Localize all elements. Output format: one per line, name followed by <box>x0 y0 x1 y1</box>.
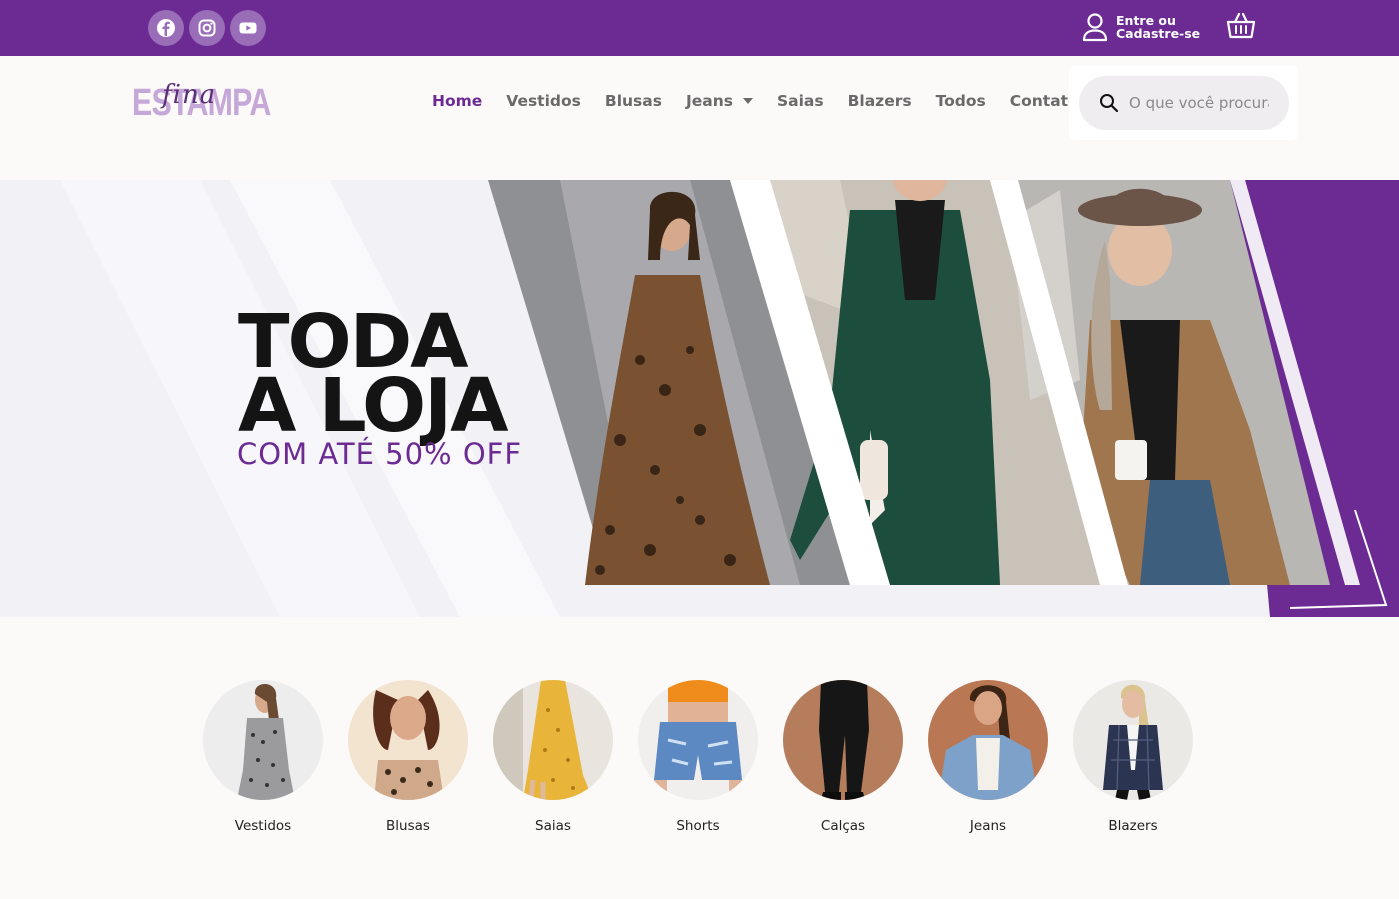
search-container <box>1069 66 1298 140</box>
nav-label: Saias <box>776 92 824 110</box>
category-image <box>203 680 323 800</box>
hero-banner[interactable]: TODA A LOJA COM ATÉ 50% OFF <box>0 180 1399 617</box>
category-shorts[interactable]: Shorts <box>638 680 758 834</box>
youtube-icon <box>239 22 257 34</box>
category-image <box>638 680 758 800</box>
instagram-link[interactable] <box>189 10 225 46</box>
category-image <box>1073 680 1193 800</box>
nav-label: Todos <box>935 92 986 110</box>
hero-artwork <box>60 180 1399 617</box>
category-image <box>348 680 468 800</box>
account-label: Entre ou Cadastre-se <box>1116 14 1200 40</box>
nav-todos[interactable]: Todos <box>936 92 986 110</box>
main-nav: Home Vestidos Blusas Jeans Saias Blazers… <box>432 92 1103 110</box>
hero-title-line2: A LOJA <box>238 363 509 449</box>
category-saias[interactable]: Saias <box>493 680 613 834</box>
top-bar: Entre ou Cadastre-se <box>0 0 1399 56</box>
youtube-link[interactable] <box>230 10 266 46</box>
nav-saias[interactable]: Saias <box>777 92 824 110</box>
category-jeans[interactable]: Jeans <box>928 680 1048 834</box>
nav-blazers[interactable]: Blazers <box>848 92 912 110</box>
category-list: Vestidos Blusas Saias Shorts Calças Jean… <box>203 680 1218 834</box>
category-image <box>928 680 1048 800</box>
user-icon <box>1082 13 1108 42</box>
category-label: Jeans <box>969 818 1007 834</box>
facebook-icon <box>157 19 175 37</box>
hero-title: TODA A LOJA <box>238 305 509 449</box>
instagram-icon <box>198 19 216 37</box>
nav-vestidos[interactable]: Vestidos <box>506 92 581 110</box>
category-vestidos[interactable]: Vestidos <box>203 680 323 834</box>
nav-home[interactable]: Home <box>432 92 482 110</box>
nav-label: Blazers <box>847 92 912 110</box>
category-blusas[interactable]: Blusas <box>348 680 468 834</box>
category-calcas[interactable]: Calças <box>783 680 903 834</box>
category-label: Blazers <box>1108 818 1158 834</box>
category-label: Vestidos <box>234 818 292 834</box>
facebook-link[interactable] <box>148 10 184 46</box>
site-logo[interactable]: ESTAMPA fina <box>132 78 271 128</box>
account-line2: Cadastre-se <box>1116 26 1201 41</box>
category-image <box>493 680 613 800</box>
nav-blusas[interactable]: Blusas <box>605 92 662 110</box>
category-label: Shorts <box>676 818 720 834</box>
category-blazers[interactable]: Blazers <box>1073 680 1193 834</box>
account-link[interactable]: Entre ou Cadastre-se <box>1082 10 1200 44</box>
category-label: Calças <box>820 818 866 834</box>
category-label: Saias <box>535 818 571 834</box>
cart-button[interactable] <box>1225 10 1257 42</box>
category-image <box>783 680 903 800</box>
logo-script: fina <box>162 80 217 110</box>
category-label: Blusas <box>386 818 430 834</box>
nav-jeans[interactable]: Jeans <box>686 92 753 110</box>
nav-label: Jeans <box>685 92 733 110</box>
hero-subtitle: COM ATÉ 50% OFF <box>237 437 523 471</box>
nav-label: Home <box>432 92 483 110</box>
search-icon <box>1100 94 1119 113</box>
nav-label: Blusas <box>604 92 662 110</box>
chevron-down-icon <box>742 98 753 104</box>
search-box[interactable] <box>1079 76 1289 130</box>
search-input[interactable] <box>1129 94 1269 112</box>
nav-label: Vestidos <box>506 92 581 110</box>
basket-icon <box>1226 12 1256 39</box>
